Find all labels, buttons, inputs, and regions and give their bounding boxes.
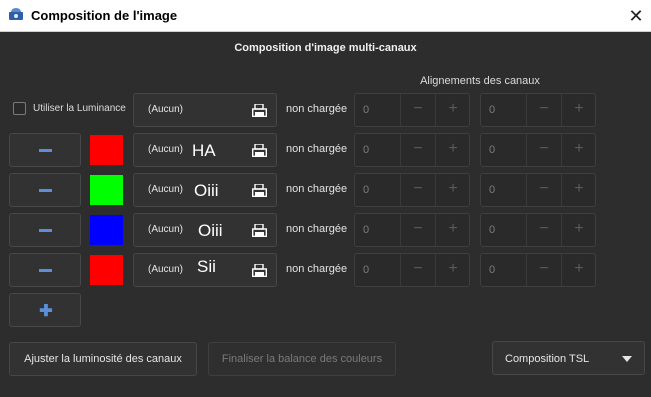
luminance-file-button[interactable]: (Aucun): [133, 93, 277, 127]
spin-value: 0: [489, 144, 496, 156]
spin-value: 0: [489, 264, 496, 276]
decrement-button[interactable]: −: [401, 100, 435, 118]
title-bar: Composition de l'image ✕: [0, 0, 651, 32]
close-icon[interactable]: ✕: [626, 6, 646, 26]
plus-icon: ✚: [39, 303, 53, 320]
file-button-label: (Aucun): [148, 184, 184, 195]
y-offset-spinbox[interactable]: 0 − +: [480, 93, 596, 127]
decrement-button[interactable]: −: [527, 100, 561, 118]
decrement-button[interactable]: −: [527, 260, 561, 278]
spin-value: 0: [363, 104, 370, 116]
channel-name-overlay: Sii: [197, 257, 216, 276]
increment-button[interactable]: +: [436, 180, 470, 198]
spin-value: 0: [363, 184, 370, 196]
channel-name-overlay: HA: [192, 141, 216, 160]
load-status: non chargée: [286, 223, 348, 235]
remove-channel-button[interactable]: [9, 213, 81, 247]
minus-icon: [39, 269, 52, 272]
channel-file-button[interactable]: (Aucun) HA: [133, 133, 277, 167]
increment-button[interactable]: +: [436, 140, 470, 158]
button-label: Ajuster la luminosité des canaux: [24, 353, 182, 365]
decrement-button[interactable]: −: [527, 180, 561, 198]
printer-icon: [252, 264, 267, 277]
channel-row: (Aucun) Oiii non chargée 0 − + 0 − +: [0, 173, 651, 207]
use-luminance-label: Utiliser la Luminance: [33, 103, 126, 114]
channel-name-overlay: Oiii: [198, 221, 223, 240]
load-status: non chargée: [286, 103, 348, 115]
y-offset-spinbox[interactable]: 0 − +: [480, 133, 596, 167]
channel-color-swatch[interactable]: [90, 255, 123, 285]
channel-name-overlay: Oiii: [194, 181, 219, 200]
file-button-label: (Aucun): [148, 224, 184, 235]
window-title: Composition de l'image: [31, 8, 178, 23]
increment-button[interactable]: +: [562, 180, 596, 198]
spin-value: 0: [489, 184, 496, 196]
printer-icon: [252, 184, 267, 197]
y-offset-spinbox[interactable]: 0 − +: [480, 173, 596, 207]
increment-button[interactable]: +: [562, 140, 596, 158]
composition-mode-dropdown[interactable]: Composition TSL: [492, 341, 645, 375]
remove-channel-button[interactable]: [9, 133, 81, 167]
chevron-down-icon: [622, 356, 632, 362]
decrement-button[interactable]: −: [401, 220, 435, 238]
file-button-label: (Aucun): [148, 104, 184, 115]
adjust-luminosity-button[interactable]: Ajuster la luminosité des canaux: [9, 342, 197, 376]
use-luminance-checkbox[interactable]: [13, 102, 26, 115]
increment-button[interactable]: +: [436, 260, 470, 278]
channel-file-button[interactable]: (Aucun) Oiii: [133, 213, 277, 247]
file-button-label: (Aucun): [148, 264, 184, 275]
load-status: non chargée: [286, 263, 348, 275]
decrement-button[interactable]: −: [527, 220, 561, 238]
finalize-color-balance-button[interactable]: Finaliser la balance des couleurs: [208, 342, 396, 376]
channel-color-swatch[interactable]: [90, 215, 123, 245]
dialog-body: Composition d'image multi-canaux Alignem…: [0, 32, 651, 397]
channel-file-button[interactable]: (Aucun) Sii: [133, 253, 277, 287]
app-icon: [9, 8, 23, 20]
load-status: non chargée: [286, 143, 348, 155]
spin-value: 0: [489, 224, 496, 236]
increment-button[interactable]: +: [436, 220, 470, 238]
add-channel-button[interactable]: ✚: [9, 293, 81, 327]
spin-value: 0: [363, 144, 370, 156]
file-button-label: (Aucun): [148, 144, 184, 155]
remove-channel-button[interactable]: [9, 173, 81, 207]
dialog-heading: Composition d'image multi-canaux: [234, 42, 417, 54]
dropdown-label: Composition TSL: [505, 353, 590, 365]
channel-row: (Aucun) Sii non chargée 0 − + 0 − +: [0, 253, 651, 287]
decrement-button[interactable]: −: [401, 140, 435, 158]
spin-value: 0: [489, 104, 496, 116]
printer-icon: [252, 224, 267, 237]
luminance-row: Utiliser la Luminance (Aucun) non chargé…: [0, 93, 651, 127]
increment-button[interactable]: +: [562, 220, 596, 238]
x-offset-spinbox[interactable]: 0 − +: [354, 93, 470, 127]
x-offset-spinbox[interactable]: 0 − +: [354, 173, 470, 207]
printer-icon: [252, 144, 267, 157]
y-offset-spinbox[interactable]: 0 − +: [480, 253, 596, 287]
alignment-heading: Alignements des canaux: [420, 75, 540, 87]
channel-color-swatch[interactable]: [90, 175, 123, 205]
remove-channel-button[interactable]: [9, 253, 81, 287]
minus-icon: [39, 149, 52, 152]
x-offset-spinbox[interactable]: 0 − +: [354, 253, 470, 287]
channel-file-button[interactable]: (Aucun) Oiii: [133, 173, 277, 207]
decrement-button[interactable]: −: [527, 140, 561, 158]
printer-icon: [252, 104, 267, 117]
increment-button[interactable]: +: [562, 260, 596, 278]
load-status: non chargée: [286, 183, 348, 195]
channel-row: (Aucun) Oiii non chargée 0 − + 0 − +: [0, 213, 651, 247]
spin-value: 0: [363, 264, 370, 276]
channel-row: (Aucun) HA non chargée 0 − + 0 − +: [0, 133, 651, 167]
x-offset-spinbox[interactable]: 0 − +: [354, 133, 470, 167]
increment-button[interactable]: +: [562, 100, 596, 118]
button-label: Finaliser la balance des couleurs: [221, 353, 383, 365]
x-offset-spinbox[interactable]: 0 − +: [354, 213, 470, 247]
minus-icon: [39, 189, 52, 192]
y-offset-spinbox[interactable]: 0 − +: [480, 213, 596, 247]
minus-icon: [39, 229, 52, 232]
decrement-button[interactable]: −: [401, 260, 435, 278]
increment-button[interactable]: +: [436, 100, 470, 118]
spin-value: 0: [363, 224, 370, 236]
decrement-button[interactable]: −: [401, 180, 435, 198]
channel-color-swatch[interactable]: [90, 135, 123, 165]
